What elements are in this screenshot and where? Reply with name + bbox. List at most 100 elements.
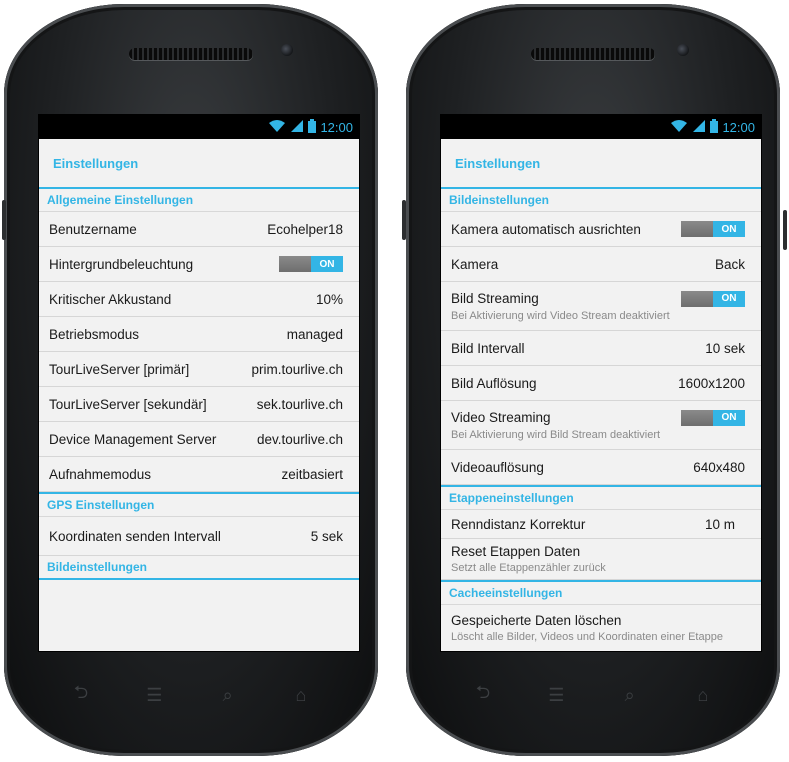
speaker-grille xyxy=(129,48,253,60)
setting-label: Kamera automatisch ausrichten xyxy=(451,221,641,237)
setting-value: Ecohelper18 xyxy=(267,221,343,237)
setting-renndistanz-korrektur[interactable]: Renndistanz Korrektur 10 m xyxy=(441,510,761,539)
setting-bild-streaming[interactable]: Bild Streaming ON Bei Aktivierung wird V… xyxy=(441,282,761,331)
setting-tourliveserver-primaer[interactable]: TourLiveServer [primär] prim.tourlive.ch xyxy=(39,352,359,387)
setting-summary: Setzt alle Etappenzähler zurück xyxy=(451,562,606,574)
setting-label: Koordinaten senden Intervall xyxy=(49,528,221,544)
toggle-on-label: ON xyxy=(311,256,343,272)
setting-aufnahmemodus[interactable]: Aufnahmemodus zeitbasiert xyxy=(39,457,359,492)
setting-label: Gespeicherte Daten löschen xyxy=(451,613,622,628)
search-icon[interactable]: ⌕ xyxy=(208,685,248,706)
speaker-grille xyxy=(531,48,655,60)
setting-value: dev.tourlive.ch xyxy=(256,431,343,447)
section-gps-einstellungen: GPS Einstellungen xyxy=(39,492,359,517)
toggle-off-area xyxy=(681,221,713,237)
home-icon[interactable]: ⌂ xyxy=(683,685,723,706)
setting-value: 10% xyxy=(315,291,343,307)
setting-gespeicherte-daten-loeschen[interactable]: Gespeicherte Daten löschen Löscht alle B… xyxy=(441,605,761,651)
setting-koordinaten-intervall[interactable]: Koordinaten senden Intervall 5 sek xyxy=(39,517,359,556)
setting-value: 1600x1200 xyxy=(678,375,745,391)
setting-kritischer-akkustand[interactable]: Kritischer Akkustand 10% xyxy=(39,282,359,317)
setting-device-management-server[interactable]: Device Management Server dev.tourlive.ch xyxy=(39,422,359,457)
front-camera-icon xyxy=(677,44,689,56)
setting-value: zeitbasiert xyxy=(281,466,343,482)
status-bar: 12:00 xyxy=(39,115,359,139)
page-title: Einstellungen xyxy=(455,155,541,171)
phone-right: 12:00 Einstellungen Bildeinstellungen Ka… xyxy=(406,4,780,756)
toggle-switch[interactable]: ON xyxy=(681,409,745,426)
status-time: 12:00 xyxy=(722,119,755,135)
toggle-on-label: ON xyxy=(713,290,745,307)
status-time: 12:00 xyxy=(320,119,353,135)
setting-bild-aufloesung[interactable]: Bild Auflösung 1600x1200 xyxy=(441,366,761,401)
search-icon[interactable]: ⌕ xyxy=(610,685,650,706)
section-bildeinstellungen: Bildeinstellungen xyxy=(441,187,761,212)
setting-summary: Bei Aktivierung wird Video Stream deakti… xyxy=(451,309,670,322)
section-cacheeinstellungen: Cacheeinstellungen xyxy=(441,580,761,605)
setting-summary: Löscht alle Bilder, Videos und Koordinat… xyxy=(451,631,723,643)
setting-label: Video Streaming xyxy=(451,410,551,425)
side-button xyxy=(2,200,6,240)
setting-label: Aufnahmemodus xyxy=(49,466,152,482)
setting-label: Betriebsmodus xyxy=(49,326,140,342)
nav-bar: ⮌ ☰ ⌕ ⌂ xyxy=(61,682,321,708)
side-button xyxy=(402,200,406,240)
setting-betriebsmodus[interactable]: Betriebsmodus managed xyxy=(39,317,359,352)
section-etappeneinstellungen: Etappeneinstellungen xyxy=(441,485,761,510)
setting-line: Video Streaming ON xyxy=(451,409,745,426)
toggle-switch[interactable]: ON xyxy=(681,290,745,307)
setting-bild-intervall[interactable]: Bild Intervall 10 sek xyxy=(441,331,761,366)
setting-label: Renndistanz Korrektur xyxy=(451,516,586,532)
setting-value: sek.tourlive.ch xyxy=(256,396,343,412)
menu-icon[interactable]: ☰ xyxy=(134,685,174,706)
back-icon[interactable]: ⮌ xyxy=(61,680,101,710)
wifi-icon xyxy=(268,119,286,136)
setting-label: Benutzername xyxy=(49,221,137,237)
section-allgemeine-einstellungen: Allgemeine Einstellungen xyxy=(39,187,359,212)
nav-bar: ⮌ ☰ ⌕ ⌂ xyxy=(463,682,723,708)
setting-label: TourLiveServer [primär] xyxy=(49,361,190,377)
menu-icon[interactable]: ☰ xyxy=(536,685,576,706)
side-button xyxy=(783,210,787,250)
toggle-switch[interactable]: ON xyxy=(279,256,343,272)
setting-value: 640x480 xyxy=(693,459,745,475)
setting-value: 5 sek xyxy=(310,528,343,544)
screen-left: 12:00 Einstellungen Allgemeine Einstellu… xyxy=(38,114,360,652)
toggle-on-label: ON xyxy=(713,221,745,237)
setting-label: Videoauflösung xyxy=(451,459,544,475)
setting-label: Bild Intervall xyxy=(451,340,525,356)
page-title: Einstellungen xyxy=(53,155,139,171)
setting-value: 10 m xyxy=(704,516,735,532)
setting-benutzername[interactable]: Benutzername Ecohelper18 xyxy=(39,212,359,247)
setting-label: Device Management Server xyxy=(49,431,217,447)
battery-icon xyxy=(710,118,719,136)
battery-icon xyxy=(308,118,317,136)
setting-kamera[interactable]: Kamera Back xyxy=(441,247,761,282)
toggle-off-area xyxy=(681,290,713,307)
section-bildeinstellungen: Bildeinstellungen xyxy=(39,556,359,580)
setting-label: Bild Auflösung xyxy=(451,375,537,391)
screen-right: 12:00 Einstellungen Bildeinstellungen Ka… xyxy=(440,114,762,652)
toggle-switch[interactable]: ON xyxy=(681,221,745,237)
setting-label: Kritischer Akkustand xyxy=(49,291,172,307)
back-icon[interactable]: ⮌ xyxy=(463,680,503,710)
wifi-icon xyxy=(670,119,688,136)
setting-tourliveserver-sekundaer[interactable]: TourLiveServer [sekundär] sek.tourlive.c… xyxy=(39,387,359,422)
front-camera-icon xyxy=(281,44,293,56)
status-bar: 12:00 xyxy=(441,115,761,139)
setting-label: Kamera xyxy=(451,256,499,272)
setting-label: Reset Etappen Daten xyxy=(451,544,581,559)
setting-reset-etappen-daten[interactable]: Reset Etappen Daten Setzt alle Etappenzä… xyxy=(441,539,761,580)
setting-value: managed xyxy=(286,326,343,342)
setting-hintergrundbeleuchtung[interactable]: Hintergrundbeleuchtung ON xyxy=(39,247,359,282)
setting-summary: Bei Aktivierung wird Bild Stream deaktiv… xyxy=(451,428,661,441)
setting-value: prim.tourlive.ch xyxy=(251,361,343,377)
toggle-off-area xyxy=(279,256,311,272)
setting-video-streaming[interactable]: Video Streaming ON Bei Aktivierung wird … xyxy=(441,401,761,450)
setting-label: Bild Streaming xyxy=(451,291,539,306)
setting-value: Back xyxy=(714,256,745,272)
setting-kamera-automatisch-ausrichten[interactable]: Kamera automatisch ausrichten ON xyxy=(441,212,761,247)
setting-videoaufloesung[interactable]: Videoauflösung 640x480 xyxy=(441,450,761,485)
toggle-off-area xyxy=(681,409,713,426)
home-icon[interactable]: ⌂ xyxy=(281,685,321,706)
